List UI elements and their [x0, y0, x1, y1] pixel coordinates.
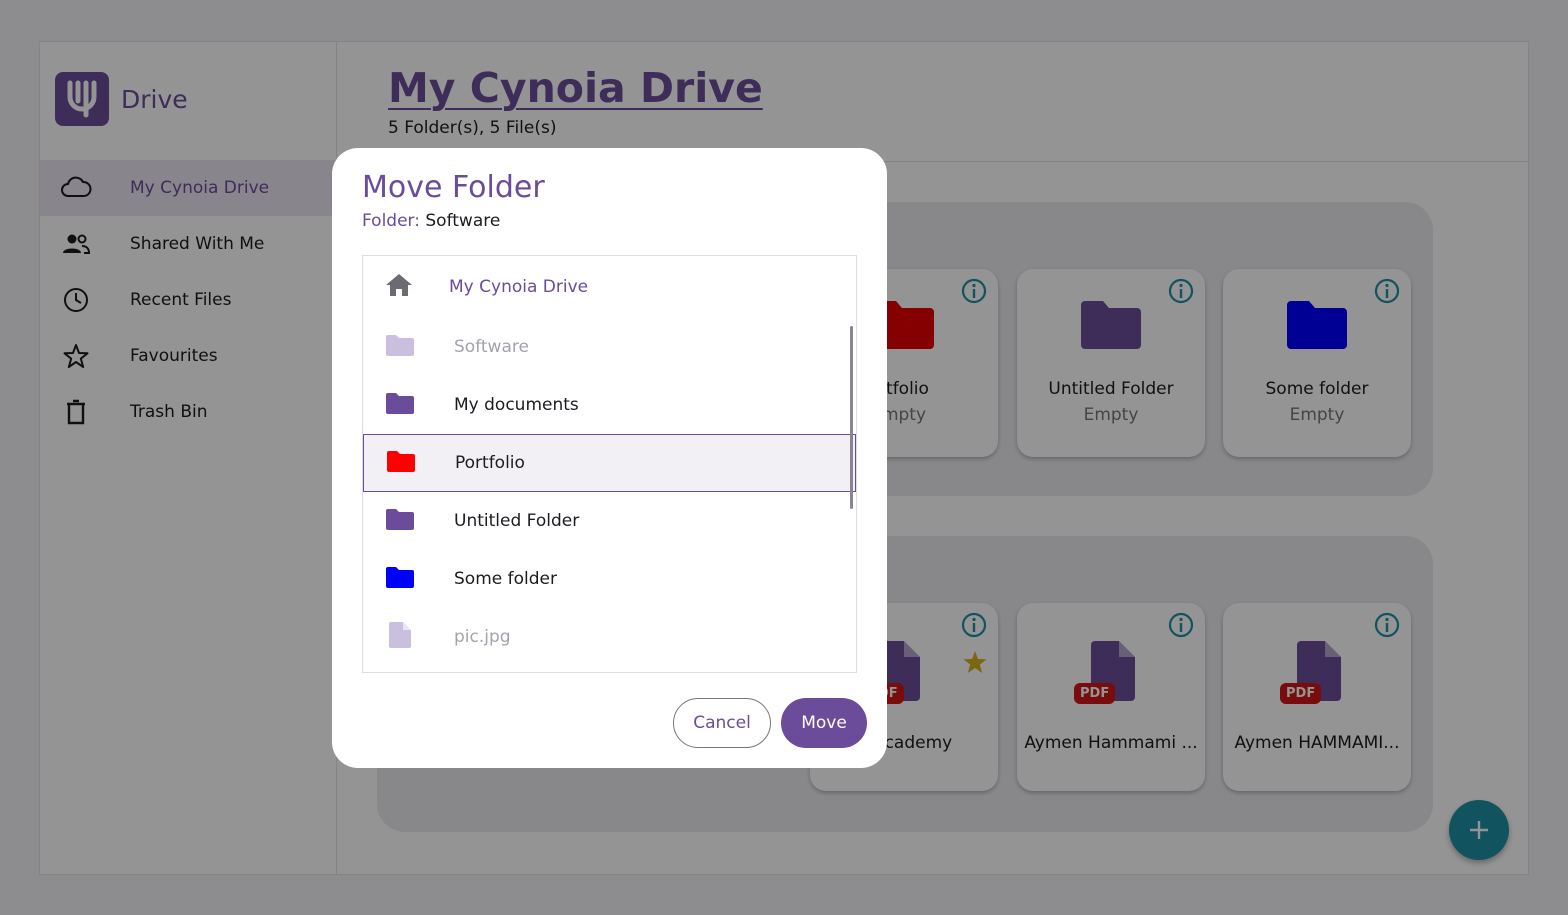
picker-item-my-documents[interactable]: My documents	[363, 376, 856, 434]
folder-icon	[386, 392, 414, 419]
dialog-subtitle-key: Folder:	[362, 211, 420, 231]
cancel-button[interactable]: Cancel	[673, 698, 771, 748]
file-icon	[386, 621, 414, 653]
picker-item-label: pic.jpg	[454, 627, 511, 647]
dialog-subtitle-value: Software	[425, 211, 501, 231]
picker-item-untitled-folder[interactable]: Untitled Folder	[363, 492, 856, 550]
picker-item-label: Software	[454, 337, 529, 357]
picker-scrollbar[interactable]	[850, 326, 853, 509]
dialog-subtitle: Folder: Software	[362, 211, 500, 231]
folder-picker: My Cynoia Drive Software My documents Po…	[362, 255, 857, 673]
folder-icon	[386, 566, 414, 593]
picker-item-pic-jpg: pic.jpg	[363, 608, 856, 666]
picker-item-label: Some folder	[454, 569, 557, 589]
picker-root-label: My Cynoia Drive	[449, 277, 589, 297]
folder-icon	[387, 450, 415, 477]
picker-item-portfolio[interactable]: Portfolio	[363, 434, 856, 492]
picker-item-software: Software	[363, 318, 856, 376]
move-button[interactable]: Move	[781, 698, 867, 748]
picker-item-label: Untitled Folder	[454, 511, 580, 531]
move-folder-dialog: Move Folder Folder: Software My Cynoia D…	[332, 148, 887, 768]
dialog-title: Move Folder	[362, 170, 545, 205]
folder-icon	[386, 508, 414, 535]
picker-item-label: Portfolio	[455, 453, 525, 473]
picker-item-some-folder[interactable]: Some folder	[363, 550, 856, 608]
picker-item-label: My documents	[454, 395, 579, 415]
picker-root-item[interactable]: My Cynoia Drive	[363, 256, 856, 318]
home-icon	[385, 272, 413, 302]
picker-list: Software My documents Portfolio Untitled…	[363, 318, 856, 666]
folder-icon	[386, 334, 414, 361]
